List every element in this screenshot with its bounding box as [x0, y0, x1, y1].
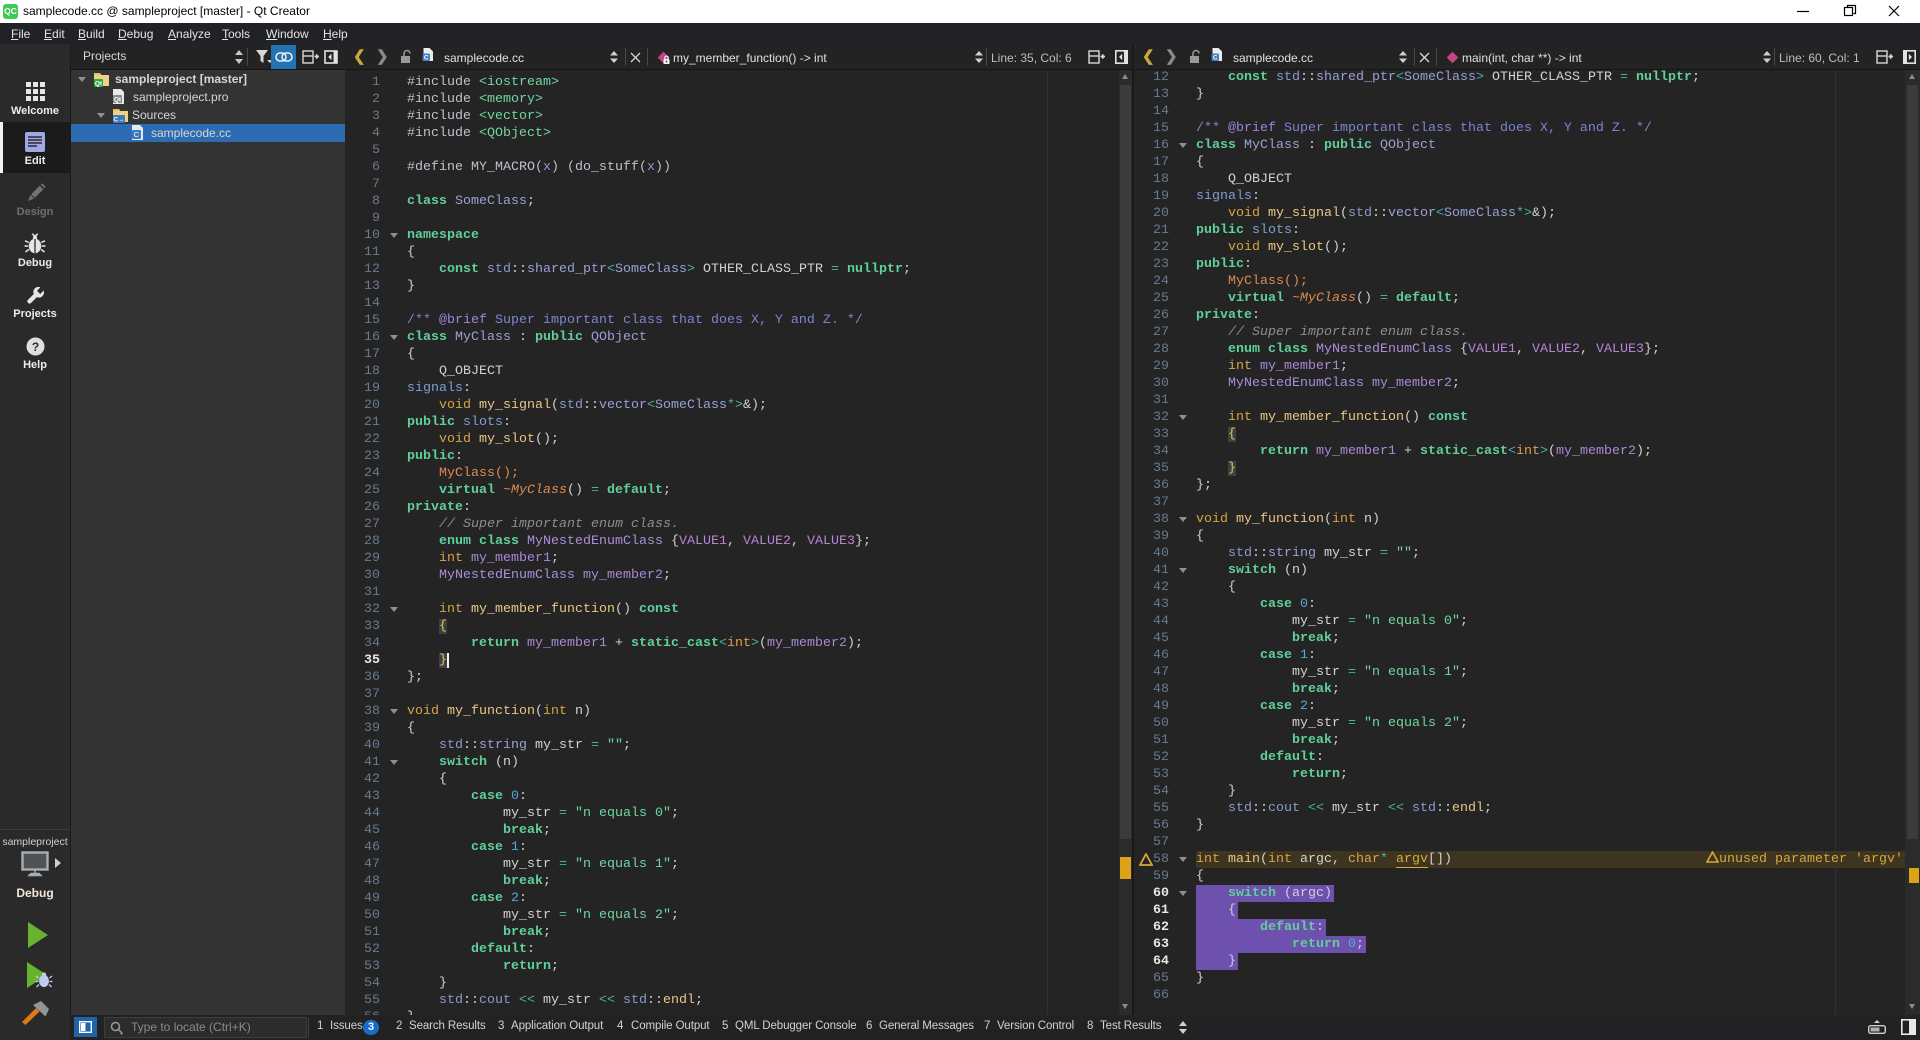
svg-text:Qt: Qt — [95, 80, 103, 87]
svg-text:Qt: Qt — [114, 97, 122, 104]
svg-text:C: C — [424, 55, 429, 62]
svg-text:C↔: C↔ — [113, 116, 124, 123]
svg-text:C: C — [1213, 55, 1218, 62]
svg-text:?: ? — [32, 340, 39, 354]
svg-text:C: C — [134, 130, 140, 139]
